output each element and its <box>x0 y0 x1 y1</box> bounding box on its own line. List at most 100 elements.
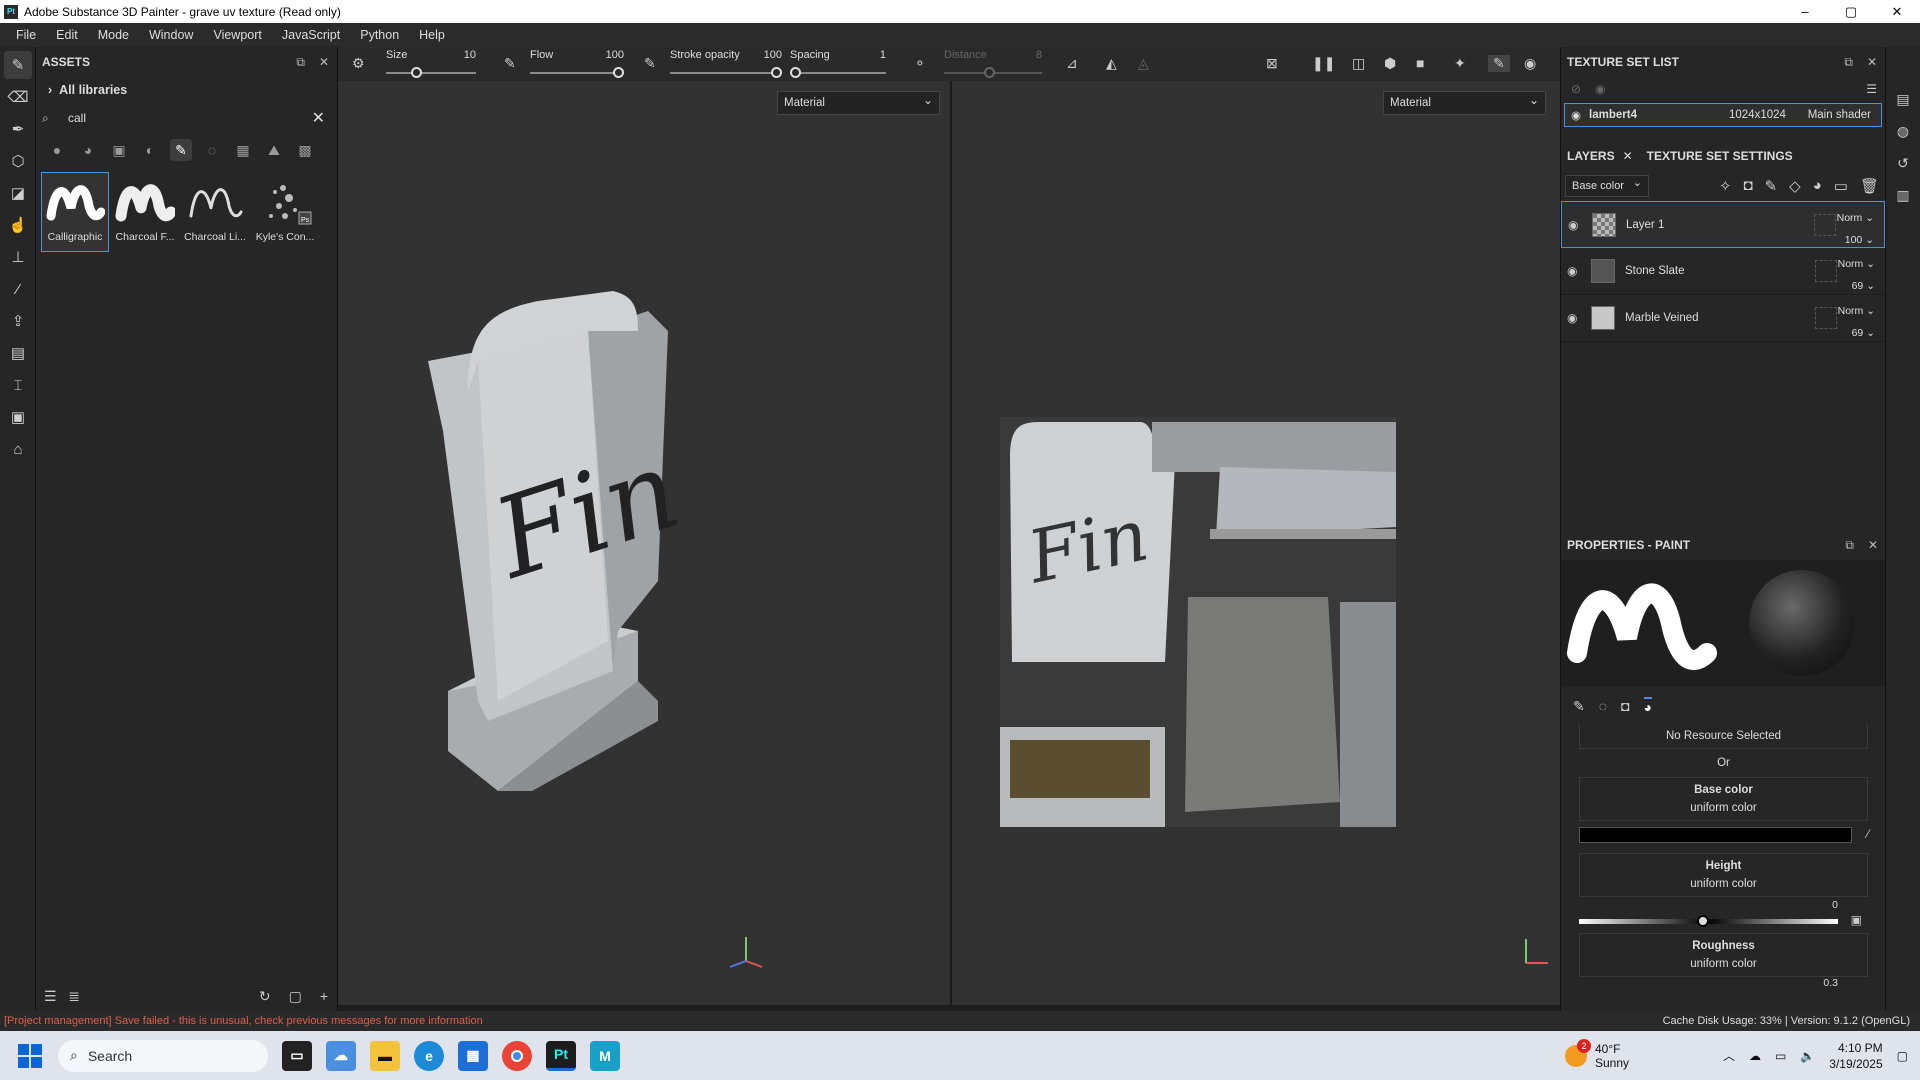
filter-alphas-icon[interactable]: ◌ <box>201 139 223 161</box>
screenshot-icon[interactable]: ◉ <box>1524 55 1536 72</box>
symmetry-off-icon[interactable]: ◬ <box>1138 55 1149 72</box>
camera-view-icon[interactable]: ■ <box>1416 55 1424 71</box>
size-knob[interactable] <box>411 67 422 78</box>
flow-slider[interactable]: Flow 100 <box>530 47 624 81</box>
menu-mode[interactable]: Mode <box>98 28 129 42</box>
polygon-fill-tool-icon[interactable]: ◪ <box>4 179 32 207</box>
weather-widget[interactable]: 2 40°F Sunny <box>1565 1038 1629 1070</box>
3d-view-icon[interactable]: ⬢ <box>1384 55 1396 72</box>
menu-javascript[interactable]: JavaScript <box>282 28 340 42</box>
search-input[interactable]: call <box>68 111 86 125</box>
filter-environment-icon[interactable]: ⛰ <box>263 139 285 161</box>
material-tab-icon[interactable]: ◕ <box>1643 697 1652 715</box>
edge-browser-icon[interactable]: e <box>414 1040 444 1071</box>
add-smart-material-icon[interactable]: ◕ <box>1813 177 1822 195</box>
texture-set-shader[interactable]: Main shader <box>1808 109 1871 121</box>
windows-start-icon[interactable] <box>18 1043 42 1068</box>
learn-icon[interactable]: ⌂ <box>4 435 32 463</box>
log-icon[interactable]: ▥ <box>1889 181 1917 209</box>
2d-uv-viewport[interactable]: Material Fin <box>952 81 1560 1005</box>
list-view-icon[interactable]: ☰ <box>44 988 57 1005</box>
texture-set-list-icon[interactable]: ▤ <box>1889 85 1917 113</box>
layer-mask-slot[interactable] <box>1815 307 1837 329</box>
link-icon[interactable]: ⊘ <box>1571 82 1581 96</box>
menu-python[interactable]: Python <box>360 28 399 42</box>
spacing-slider[interactable]: Spacing 1 <box>790 47 886 81</box>
visibility-eye-icon[interactable]: ◉ <box>1571 108 1581 122</box>
undock-icon[interactable]: ⧉ <box>1844 55 1853 70</box>
no-resource-label[interactable]: No Resource Selected <box>1579 724 1868 749</box>
add-paint-layer-icon[interactable]: ✎ <box>1765 177 1778 195</box>
stencil-tab-icon[interactable]: ◘ <box>1621 698 1629 714</box>
height-section[interactable]: Height uniform color <box>1579 853 1868 897</box>
menu-file[interactable]: File <box>16 28 36 42</box>
task-view-icon[interactable]: ▭ <box>282 1040 312 1071</box>
minimize-button[interactable]: – <box>1782 0 1828 23</box>
clear-search-icon[interactable]: ✕ <box>312 108 325 128</box>
measure-icon[interactable]: ⌶ <box>4 371 32 399</box>
visibility-eye-icon[interactable]: ◉ <box>1567 311 1585 325</box>
asset-tile[interactable]: Calligraphic <box>41 172 109 252</box>
paint-brush-tool-icon[interactable]: ✎ <box>4 51 32 79</box>
layer-row[interactable]: ◉ Stone Slate Norm ⌄ 69 ⌄ <box>1561 248 1885 295</box>
store-icon[interactable]: ▦ <box>458 1040 488 1071</box>
filter-materials-icon[interactable]: ● <box>46 139 68 161</box>
close-button[interactable]: ✕ <box>1874 0 1920 23</box>
hide-ui-icon[interactable]: ⊠ <box>1266 55 1278 72</box>
color-picker-tool-icon[interactable]: ⁄ <box>4 275 32 303</box>
visibility-eye-icon[interactable]: ◉ <box>1567 264 1585 278</box>
alpha-tab-icon[interactable]: ◌ <box>1599 698 1607 714</box>
add-mask-icon[interactable]: ◘ <box>1744 177 1753 195</box>
height-knob[interactable] <box>1697 915 1709 927</box>
maya-icon[interactable]: M <box>590 1040 620 1071</box>
filter-masks-icon[interactable]: ▣ <box>108 139 130 161</box>
brush-tab-icon[interactable]: ✎ <box>1573 698 1585 715</box>
projection-tool-icon[interactable]: ✒ <box>4 115 32 143</box>
teams-icon[interactable]: ☁ <box>326 1040 356 1071</box>
clone-stamp-tool-icon[interactable]: ⊥ <box>4 243 32 271</box>
tab-texture-set-settings[interactable]: TEXTURE SET SETTINGS <box>1647 149 1793 163</box>
blend-mode-dropdown[interactable]: Norm ⌄ <box>1838 300 1875 322</box>
asset-tile[interactable]: Ps Kyle's Con... <box>252 173 318 251</box>
brush-preset-icon[interactable]: ⚙ <box>352 55 365 72</box>
pen-pressure-icon[interactable]: ✎ <box>504 55 516 72</box>
layer-row[interactable]: ◉ Marble Veined Norm ⌄ 69 ⌄ <box>1561 295 1885 342</box>
menu-viewport[interactable]: Viewport <box>213 28 261 42</box>
add-icon[interactable]: + <box>320 988 328 1005</box>
layer-mask-slot[interactable] <box>1814 213 1836 236</box>
eye-icon[interactable]: ◉ <box>1595 82 1605 96</box>
layer-opacity[interactable]: 69 ⌄ <box>1838 322 1875 344</box>
details-view-icon[interactable]: ≣ <box>68 988 80 1005</box>
chevron-up-icon[interactable]: ︿ <box>1723 1047 1735 1064</box>
eyedropper-icon[interactable]: ⁄ <box>1867 827 1869 841</box>
filter-smart-materials-icon[interactable]: ◕ <box>77 139 99 161</box>
menu-help[interactable]: Help <box>419 28 445 42</box>
random-icon[interactable]: ▣ <box>1851 913 1862 927</box>
undock-icon[interactable]: ⧉ <box>296 55 305 70</box>
visibility-eye-icon[interactable]: ◉ <box>1568 218 1586 232</box>
asset-tile[interactable]: Charcoal Li... <box>182 173 248 251</box>
flow-knob[interactable] <box>613 67 624 78</box>
grid-view-icon[interactable]: ▩ <box>294 139 316 161</box>
stroke-opacity-knob[interactable] <box>771 67 782 78</box>
taskbar-search[interactable]: ⌕ Search <box>58 1039 268 1072</box>
onedrive-icon[interactable]: ☁ <box>1749 1049 1761 1063</box>
eraser-tool-icon[interactable]: ⌫ <box>4 83 32 111</box>
file-explorer-icon[interactable]: ▬ <box>370 1040 400 1071</box>
layer-opacity[interactable]: 69 ⌄ <box>1838 275 1875 297</box>
layer-mask-slot[interactable] <box>1815 260 1837 282</box>
smudge-tool-icon[interactable]: ☝ <box>4 211 32 239</box>
asset-search[interactable]: ⌕ call ✕ <box>42 107 331 129</box>
pause-icon[interactable]: ❚❚ <box>1312 55 1335 72</box>
volume-icon[interactable]: 🔈 <box>1800 1049 1815 1063</box>
base-color-section[interactable]: Base color uniform color <box>1579 777 1868 821</box>
roughness-section[interactable]: Roughness uniform color <box>1579 933 1868 977</box>
pen-pressure-icon[interactable]: ✎ <box>644 55 656 72</box>
menu-window[interactable]: Window <box>149 28 193 42</box>
split-view-icon[interactable]: ◫ <box>1352 55 1365 72</box>
undock-icon[interactable]: ⧉ <box>1845 538 1854 553</box>
notification-icon[interactable]: ▢ <box>1897 1049 1908 1063</box>
height-slider[interactable]: 0 ▣ <box>1579 899 1868 933</box>
lighting-icon[interactable]: ✦ <box>1454 55 1466 72</box>
display-icon[interactable]: ▭ <box>1775 1049 1786 1063</box>
